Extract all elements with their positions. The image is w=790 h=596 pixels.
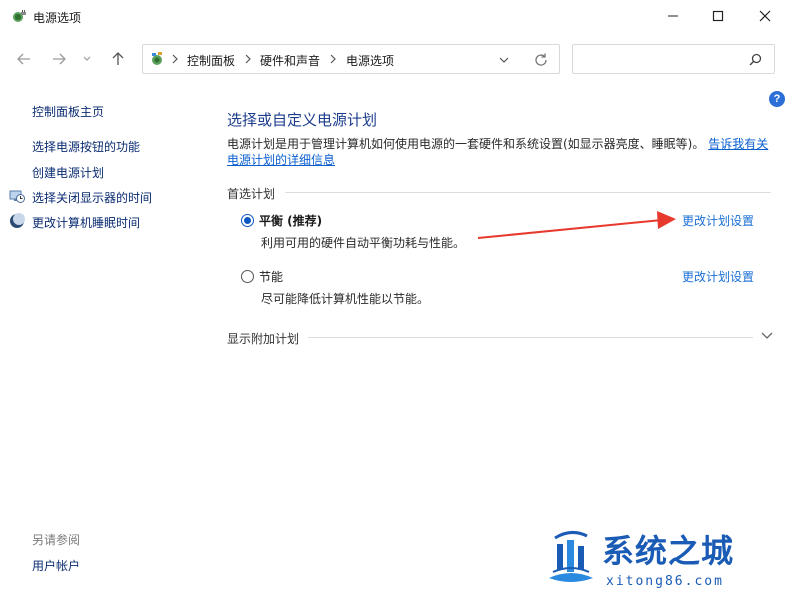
refresh-icon[interactable] bbox=[533, 52, 549, 68]
chevron-down-icon bbox=[83, 56, 91, 61]
breadcrumb-hardware-sound[interactable]: 硬件和声音 bbox=[260, 52, 320, 69]
sleep-time-link[interactable]: 更改计算机睡眠时间 bbox=[32, 214, 140, 231]
display-off-time-link[interactable]: 选择关闭显示器的时间 bbox=[32, 189, 152, 206]
breadcrumb-separator-icon bbox=[245, 54, 251, 64]
power-options-icon bbox=[13, 10, 26, 22]
watermark: 系统之城 xitong86.com bbox=[540, 520, 790, 596]
minimize-icon bbox=[668, 15, 678, 17]
main-content: ? 选择或自定义电源计划 电源计划是用于管理计算机如何使用电源的一套硬件和系统设… bbox=[200, 80, 790, 596]
recent-locations-button[interactable] bbox=[78, 48, 96, 70]
up-button[interactable] bbox=[106, 48, 130, 70]
watermark-title: 系统之城 bbox=[602, 532, 735, 570]
minimize-button[interactable] bbox=[650, 0, 696, 32]
chevron-down-icon[interactable] bbox=[498, 54, 510, 66]
control-panel-icon bbox=[152, 52, 162, 65]
power-button-settings-link[interactable]: 选择电源按钮的功能 bbox=[32, 138, 140, 155]
arrow-left-icon bbox=[17, 53, 30, 65]
search-icon bbox=[749, 53, 762, 66]
breadcrumb-control-panel[interactable]: 控制面板 bbox=[187, 52, 235, 69]
maximize-icon bbox=[712, 10, 724, 22]
close-button[interactable] bbox=[742, 0, 788, 32]
address-bar[interactable]: 控制面板 硬件和声音 电源选项 bbox=[142, 44, 560, 74]
back-button[interactable] bbox=[12, 48, 36, 70]
create-power-plan-link[interactable]: 创建电源计划 bbox=[32, 164, 104, 181]
close-icon bbox=[759, 10, 771, 22]
watermark-url: xitong86.com bbox=[606, 574, 724, 589]
red-annotation-arrow bbox=[477, 211, 676, 239]
monitor-clock-icon bbox=[9, 190, 25, 203]
maximize-button[interactable] bbox=[695, 0, 741, 32]
see-also-heading: 另请参阅 bbox=[32, 533, 81, 547]
title-bar: 电源选项 bbox=[0, 0, 790, 34]
window-title: 电源选项 bbox=[33, 11, 82, 25]
breadcrumb-separator-icon bbox=[172, 54, 178, 64]
navigation-bar: 控制面板 硬件和声音 电源选项 bbox=[0, 38, 790, 80]
breadcrumb-separator-icon bbox=[330, 54, 336, 64]
arrow-up-icon bbox=[112, 52, 124, 65]
task-pane: 控制面板主页 选择电源按钮的功能 创建电源计划 选择关闭显示器的时间 更改计算机… bbox=[0, 80, 200, 596]
breadcrumb-power-options[interactable]: 电源选项 bbox=[346, 52, 394, 69]
forward-button[interactable] bbox=[47, 48, 71, 70]
arrow-right-icon bbox=[53, 53, 66, 65]
moon-icon bbox=[10, 213, 25, 228]
search-input[interactable] bbox=[572, 44, 775, 74]
watermark-logo-icon bbox=[549, 531, 593, 582]
control-panel-home-link[interactable]: 控制面板主页 bbox=[32, 103, 104, 120]
user-accounts-link[interactable]: 用户帐户 bbox=[32, 557, 80, 574]
